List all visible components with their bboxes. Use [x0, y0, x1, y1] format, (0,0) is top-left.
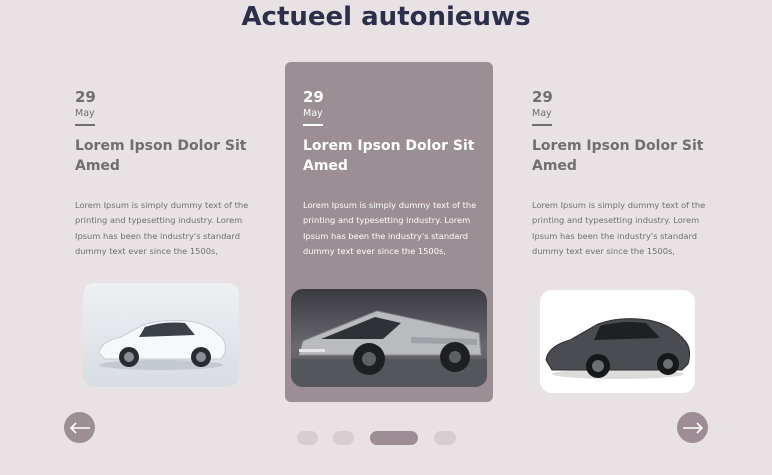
card-date-month: May: [303, 108, 323, 119]
news-card[interactable]: 29 May Lorem Ipson Dolor Sit Amed Lorem …: [514, 62, 722, 402]
card-headline[interactable]: Lorem Ipson Dolor Sit Amed: [532, 136, 712, 176]
news-card[interactable]: 29 May Lorem Ipson Dolor Sit Amed Lorem …: [57, 62, 265, 402]
card-excerpt: Lorem Ipsum is simply dummy text of the …: [75, 200, 249, 256]
section-title: Actueel autonieuws: [241, 2, 531, 32]
date-divider: [303, 124, 323, 126]
date-divider: [75, 124, 95, 126]
white-sedan-image[interactable]: [83, 283, 239, 387]
card-date-day: 29: [303, 88, 324, 106]
card-excerpt: Lorem Ipsum is simply dummy text of the …: [532, 200, 706, 256]
news-card-active[interactable]: 29 May Lorem Ipson Dolor Sit Amed Lorem …: [285, 62, 493, 402]
pagination-dot[interactable]: [434, 431, 456, 445]
pagination-dot-active[interactable]: [370, 431, 418, 445]
card-date-day: 29: [532, 88, 553, 106]
card-date-day: 29: [75, 88, 96, 106]
pagination-dot[interactable]: [333, 431, 354, 445]
steel-pickup-truck-image[interactable]: [291, 289, 487, 387]
pagination-dot[interactable]: [297, 431, 318, 445]
card-headline[interactable]: Lorem Ipson Dolor Sit Amed: [75, 136, 255, 176]
carousel-pagination: [0, 431, 772, 445]
card-date-month: May: [75, 108, 95, 119]
date-divider: [532, 124, 552, 126]
card-date-month: May: [532, 108, 552, 119]
dark-grey-suv-image[interactable]: [540, 290, 695, 393]
card-excerpt: Lorem Ipsum is simply dummy text of the …: [303, 200, 477, 256]
card-headline[interactable]: Lorem Ipson Dolor Sit Amed: [303, 136, 483, 176]
